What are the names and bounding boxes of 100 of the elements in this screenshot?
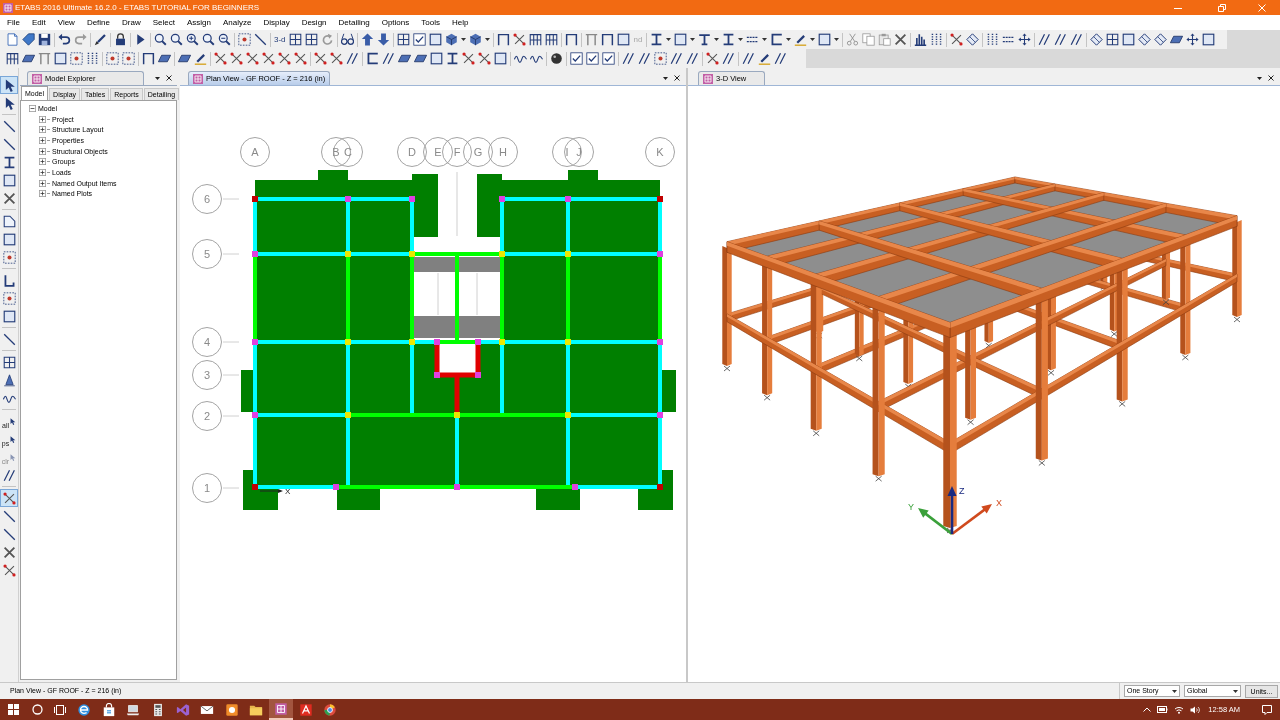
caret-icon[interactable]	[663, 76, 668, 80]
zoom-in-icon[interactable]	[185, 33, 199, 46]
speaker-icon[interactable]	[1190, 705, 1201, 714]
menu-item[interactable]: Tools	[421, 16, 440, 29]
square-icon[interactable]	[493, 52, 507, 65]
paste-icon[interactable]	[877, 33, 891, 46]
grid-icon[interactable]	[289, 33, 303, 46]
notification-icon[interactable]	[1262, 704, 1272, 715]
restore-icon[interactable]	[1218, 3, 1226, 12]
battery-icon[interactable]	[1157, 706, 1169, 713]
minus-box-icon[interactable]	[29, 104, 36, 112]
close-icon[interactable]	[1268, 75, 1274, 81]
caret-icon[interactable]	[485, 38, 491, 41]
node-icon[interactable]	[949, 33, 963, 46]
caret-icon[interactable]	[1257, 76, 1262, 80]
frame-icon[interactable]	[497, 33, 511, 46]
slab-icon[interactable]	[1169, 33, 1183, 46]
caret-icon[interactable]	[461, 38, 467, 41]
menu-item[interactable]: Design	[301, 16, 327, 29]
diamond-icon[interactable]	[1089, 33, 1103, 46]
taskbar-app-button[interactable]	[268, 699, 294, 720]
frame-grid-icon[interactable]	[545, 33, 559, 46]
node-icon[interactable]	[329, 52, 343, 65]
plus-box-icon[interactable]	[39, 136, 46, 144]
dotted-lines-icon[interactable]	[85, 52, 99, 65]
node-icon[interactable]	[213, 52, 227, 65]
plus-box-icon[interactable]	[39, 126, 46, 134]
frame-icon[interactable]	[601, 33, 615, 46]
caret-icon[interactable]	[1172, 689, 1177, 693]
node-icon[interactable]	[261, 52, 275, 65]
square-icon[interactable]	[1121, 33, 1135, 46]
slab-icon[interactable]	[21, 52, 35, 65]
plus-box-icon[interactable]	[39, 179, 46, 187]
dashed-square-icon[interactable]	[237, 33, 251, 46]
sphere-icon[interactable]	[549, 52, 563, 65]
caret-icon[interactable]	[155, 76, 160, 80]
slash-icon[interactable]	[1053, 33, 1067, 46]
slab-icon[interactable]	[177, 52, 191, 65]
slab-icon[interactable]	[397, 52, 411, 65]
menu-item[interactable]: View	[57, 16, 75, 29]
slash-icon[interactable]	[345, 52, 359, 65]
lock-icon[interactable]	[113, 33, 127, 46]
slab-icon[interactable]	[413, 52, 427, 65]
node-icon[interactable]	[705, 52, 719, 65]
dotted-lines-icon[interactable]	[929, 33, 943, 46]
diamond-icon[interactable]	[965, 33, 979, 46]
tool-button[interactable]	[0, 289, 18, 307]
slash-icon[interactable]	[773, 52, 787, 65]
move-icon[interactable]	[1185, 33, 1199, 46]
i-beam-icon[interactable]	[721, 33, 735, 46]
slash-icon[interactable]	[1069, 33, 1083, 46]
checkbox-icon[interactable]	[569, 52, 583, 65]
zoom-out-icon[interactable]	[217, 33, 231, 46]
caret-icon[interactable]	[689, 38, 695, 41]
node-icon[interactable]	[313, 52, 327, 65]
menu-item[interactable]: Options	[381, 16, 410, 29]
close-icon[interactable]	[166, 75, 172, 81]
menu-item[interactable]: Select	[152, 16, 175, 29]
zoom-icon[interactable]	[169, 33, 183, 46]
slash-icon[interactable]	[741, 52, 755, 65]
pen-icon[interactable]	[793, 33, 807, 46]
line-icon[interactable]	[253, 33, 267, 46]
checkbox-icon[interactable]	[601, 52, 615, 65]
square-icon[interactable]	[429, 52, 443, 65]
slash-icon[interactable]	[1037, 33, 1051, 46]
square-icon[interactable]	[429, 33, 443, 46]
frame-icon[interactable]	[141, 52, 155, 65]
task-view-icon[interactable]	[54, 704, 66, 715]
checkbox-icon[interactable]	[413, 33, 427, 46]
save-icon[interactable]	[37, 33, 51, 46]
dashed-square-icon[interactable]	[105, 52, 119, 65]
tool-button[interactable]	[0, 76, 18, 94]
slash-icon[interactable]	[621, 52, 635, 65]
bar-chart-icon[interactable]	[913, 33, 927, 46]
plus-box-icon[interactable]	[39, 190, 46, 198]
pen-icon[interactable]	[193, 52, 207, 65]
channel-section-icon[interactable]	[365, 52, 379, 65]
slab-icon[interactable]	[157, 52, 171, 65]
search-icon[interactable]	[31, 704, 43, 715]
plus-box-icon[interactable]	[39, 168, 46, 176]
menu-item[interactable]: Assign	[186, 16, 211, 29]
cube-icon[interactable]	[469, 33, 483, 46]
slash-icon[interactable]	[669, 52, 683, 65]
plus-box-icon[interactable]	[39, 158, 46, 166]
menu-item[interactable]: Edit	[31, 16, 46, 29]
i-beam-icon[interactable]	[649, 33, 663, 46]
square-icon[interactable]	[673, 33, 687, 46]
tool-button[interactable]	[0, 489, 18, 507]
menu-item[interactable]: File	[7, 16, 20, 29]
plus-box-icon[interactable]	[39, 147, 46, 155]
undo-icon[interactable]	[57, 33, 71, 46]
grid-icon[interactable]	[1105, 33, 1119, 46]
glasses-icon[interactable]	[341, 33, 355, 46]
diamond-icon[interactable]	[1153, 33, 1167, 46]
arrow-up-icon[interactable]	[361, 33, 375, 46]
square-icon[interactable]	[53, 52, 67, 65]
node-icon[interactable]	[245, 52, 259, 65]
close-icon[interactable]	[674, 75, 680, 81]
square-icon[interactable]	[617, 33, 631, 46]
move-icon[interactable]	[1017, 33, 1031, 46]
